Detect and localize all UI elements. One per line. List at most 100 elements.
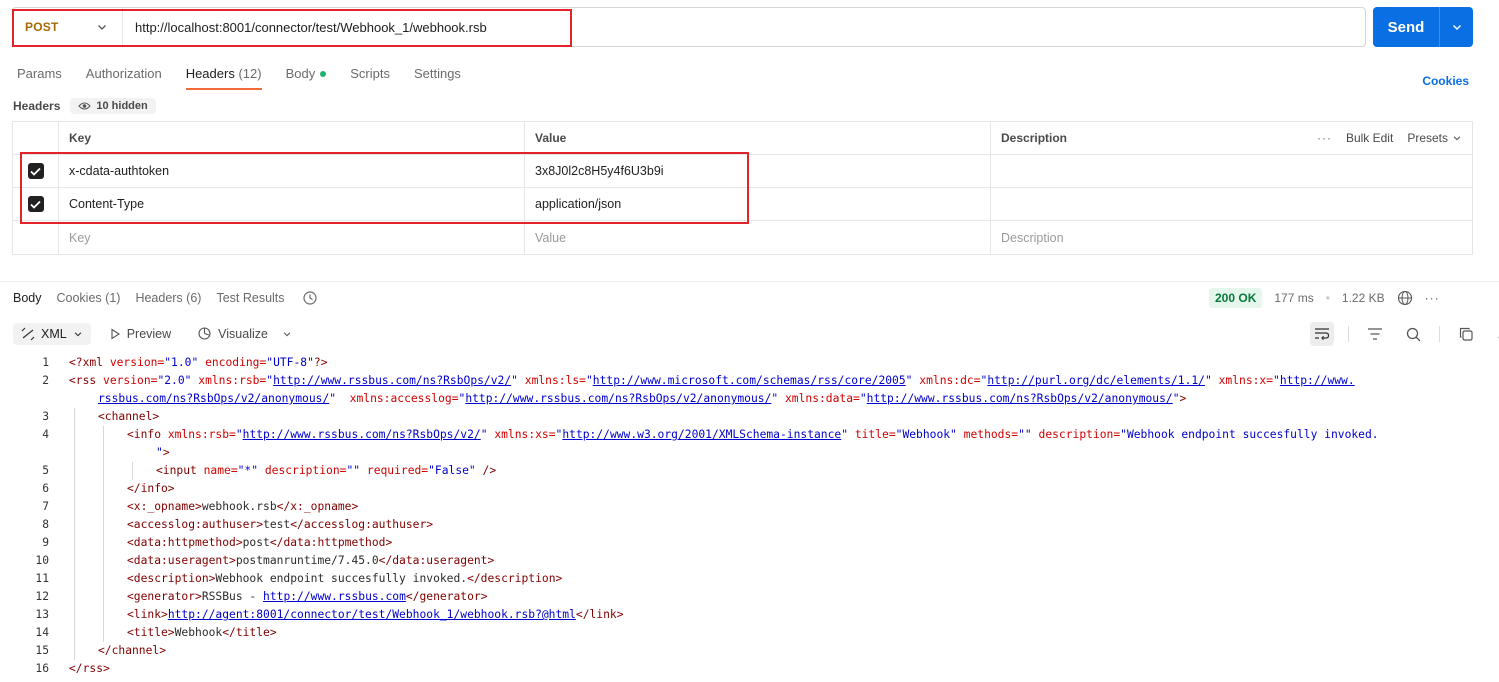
response-toolbar: XML Preview Visualize (13, 322, 300, 345)
tab-scripts[interactable]: Scripts (350, 66, 390, 90)
resp-tab-cookies[interactable]: Cookies (1) (57, 291, 121, 305)
header-value-cell[interactable]: application/json (525, 188, 991, 220)
method-selector[interactable]: POST (13, 8, 123, 46)
history-icon[interactable] (302, 290, 318, 306)
new-key-input[interactable]: Key (59, 221, 525, 254)
header-description-cell[interactable] (991, 155, 1472, 187)
code-token: required= (366, 464, 429, 477)
code-token: " (235, 428, 243, 441)
code-text: <accesslog:authuser>test</accesslog:auth… (49, 516, 433, 534)
line-number (0, 444, 49, 462)
code-token: " (1273, 374, 1280, 387)
code-token: Webhook (174, 626, 223, 639)
code-token: <rss (69, 374, 104, 387)
code-line: 16 </rss> (0, 660, 1499, 678)
tab-headers[interactable]: Headers (12) (185, 66, 262, 90)
code-token: xmlns:accesslog= (349, 392, 459, 405)
code-format-icon (21, 327, 35, 340)
code-token: xmlns:ls= (524, 374, 586, 387)
header-description-cell[interactable] (991, 188, 1472, 220)
section-divider (0, 281, 1499, 282)
code-token: </rss> (69, 662, 110, 675)
status-badge[interactable]: 200 OK (1209, 288, 1263, 308)
send-label: Send (1387, 18, 1425, 36)
wrap-lines-button[interactable] (1310, 322, 1334, 346)
row-checkbox[interactable] (27, 163, 44, 179)
presets-dropdown[interactable]: Presets (1407, 131, 1462, 145)
new-value-input[interactable]: Value (525, 221, 991, 254)
code-token: "" (346, 464, 361, 477)
tab-headers-label: Headers (185, 66, 235, 81)
send-button[interactable]: Send (1373, 7, 1473, 47)
send-options-button[interactable] (1439, 7, 1473, 47)
code-token: "False" (428, 464, 476, 477)
indent-guide (74, 516, 75, 534)
indent-guide (103, 624, 104, 642)
filter-button[interactable] (1363, 322, 1387, 346)
new-description-input[interactable]: Description (991, 221, 1472, 254)
code-token: name= (203, 464, 238, 477)
url-bar: POST (12, 7, 1366, 47)
code-line: 8 <accesslog:authuser>test</accesslog:aut… (0, 516, 1499, 534)
tab-body-label: Body (285, 66, 316, 81)
header-key-cell[interactable]: Content-Type (59, 188, 525, 220)
globe-icon[interactable] (1397, 290, 1413, 306)
resp-tab-test-results[interactable]: Test Results (216, 291, 284, 305)
resp-tab-headers[interactable]: Headers (6) (135, 291, 201, 305)
row-checkbox[interactable] (27, 196, 44, 212)
code-token: <link> (127, 608, 168, 621)
indent-guide (74, 498, 75, 516)
format-dropdown[interactable]: XML (13, 322, 91, 345)
tab-body[interactable]: Body (286, 66, 327, 90)
response-time[interactable]: 177 ms (1274, 291, 1313, 305)
hidden-headers-toggle[interactable]: 10 hidden (70, 98, 156, 114)
code-token: </data:httpmethod> (269, 536, 393, 549)
code-token: <accesslog:authuser> (127, 518, 264, 531)
url-input[interactable] (123, 8, 1365, 46)
code-token: http://www.w3.org/2001/XMLSchema-instanc… (562, 428, 842, 441)
code-token: http://agent:8001/connector/test/Webhook… (167, 608, 576, 621)
code-token: " (1172, 392, 1180, 405)
resp-tab-cookies-label: Cookies (56, 291, 102, 305)
tab-params[interactable]: Params (17, 66, 62, 90)
tab-settings[interactable]: Settings (414, 66, 461, 90)
code-text: <data:useragent>postmanruntime/7.45.0</d… (49, 552, 494, 570)
tab-authorization[interactable]: Authorization (86, 66, 162, 90)
copy-button[interactable] (1454, 322, 1478, 346)
code-token: " (859, 392, 867, 405)
copy-icon (1459, 327, 1473, 341)
bulk-edit-button[interactable]: Bulk Edit (1346, 131, 1393, 145)
code-token: xmlns:rsb= (198, 374, 267, 387)
code-token: </title> (222, 626, 277, 639)
response-body-code[interactable]: 1 <?xml version="1.0" encoding="UTF-8"?> 2… (0, 354, 1499, 678)
code-token: http://www.rssbus.com/ns?RsbOps/v2/ (242, 428, 481, 441)
code-token: version= (103, 374, 158, 387)
header-value-cell[interactable]: 3x8J0l2c8H5y4f6U3b9i (525, 155, 991, 187)
indent-guide (103, 552, 104, 570)
more-options-icon[interactable]: ··· (1425, 291, 1440, 305)
link-button[interactable] (1492, 322, 1499, 346)
code-line: 6 </info> (0, 480, 1499, 498)
code-token: <title> (127, 626, 175, 639)
more-options-icon[interactable]: ··· (1317, 131, 1332, 145)
code-token: <x:_opname> (127, 500, 202, 513)
code-token: postmanruntime/7.45.0 (235, 554, 379, 567)
response-icons (1310, 322, 1499, 346)
visualize-button[interactable]: Visualize (189, 322, 300, 345)
code-token: </channel> (98, 644, 167, 657)
resp-tab-body[interactable]: Body (13, 291, 42, 305)
headers-section-header: Headers 10 hidden (13, 98, 156, 114)
header-key-cell[interactable]: x-cdata-authtoken (59, 155, 525, 187)
code-token: description= (264, 464, 347, 477)
line-number: 10 (35, 554, 49, 567)
response-size[interactable]: 1.22 KB (1342, 291, 1385, 305)
code-token: xmlns:xs= (494, 428, 556, 441)
line-number: 8 (42, 518, 49, 531)
cookies-link[interactable]: Cookies (1422, 74, 1469, 88)
search-button[interactable] (1401, 322, 1425, 346)
preview-button[interactable]: Preview (101, 323, 179, 345)
scrollbar[interactable] (1493, 354, 1499, 682)
